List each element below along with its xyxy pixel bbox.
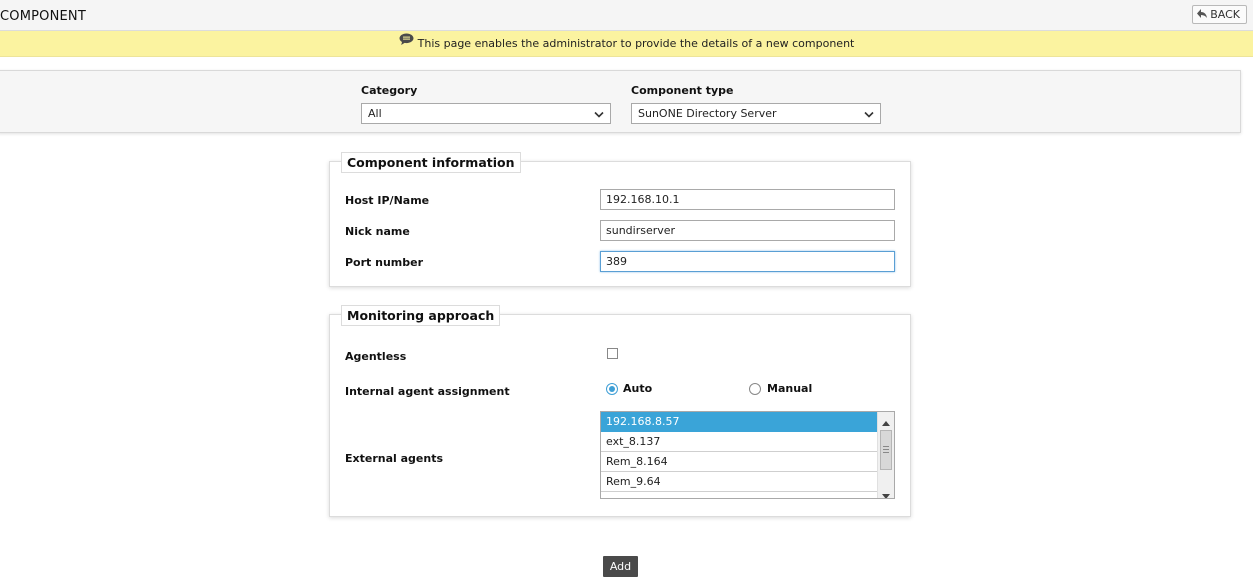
manual-radio-label: Manual [767,382,813,395]
scroll-thumb[interactable] [880,430,892,470]
chat-bubble-icon [399,33,414,49]
filter-panel: Category All Component type SunONE Direc… [0,70,1241,133]
list-item[interactable]: ext_8.137 [601,432,877,452]
page-title: COMPONENT [0,9,87,24]
host-value: 192.168.10.1 [606,193,680,206]
scroll-down-icon[interactable] [882,489,890,498]
notice-text: This page enables the administrator to p… [417,37,855,50]
nick-name-label: Nick name [345,225,410,238]
manual-radio[interactable] [749,383,761,395]
list-item[interactable]: 192.168.8.57 [601,412,877,432]
back-button-label: BACK [1210,8,1240,21]
scroll-up-icon[interactable] [882,416,890,429]
component-information-section: Component information Host IP/Name 192.1… [329,152,911,287]
add-button[interactable]: Add [603,556,638,577]
nick-name-input[interactable]: sundirserver [600,220,895,241]
component-type-value: SunONE Directory Server [638,107,777,120]
external-agents-label: External agents [345,452,444,465]
component-information-legend: Component information [341,152,521,173]
back-button[interactable]: BACK [1192,5,1247,24]
category-select[interactable]: All [361,103,611,124]
agentless-checkbox[interactable] [607,348,618,359]
internal-agent-label: Internal agent assignment [345,385,510,398]
auto-radio-label: Auto [623,382,653,395]
back-arrow-icon [1197,8,1208,21]
category-label: Category [361,84,418,97]
info-notice-bar: This page enables the administrator to p… [0,31,1253,57]
agentless-label: Agentless [345,350,407,363]
chevron-down-icon [864,109,874,122]
host-input[interactable]: 192.168.10.1 [600,189,895,210]
port-number-value: 389 [606,255,627,268]
monitoring-approach-legend: Monitoring approach [341,305,501,326]
port-number-input[interactable]: 389 [600,251,895,272]
port-number-label: Port number [345,256,424,269]
list-item[interactable]: Rem_8.164 [601,452,877,472]
auto-radio[interactable] [606,383,618,395]
host-label: Host IP/Name [345,194,430,207]
nick-name-value: sundirserver [606,224,676,237]
chevron-down-icon [594,109,604,122]
component-type-label: Component type [631,84,734,97]
external-agents-listbox[interactable]: 192.168.8.57 ext_8.137 Rem_8.164 Rem_9.6… [600,411,895,499]
category-value: All [368,107,382,120]
monitoring-approach-section: Monitoring approach Agentless Internal a… [329,305,911,517]
listbox-scrollbar[interactable] [877,412,894,498]
list-item[interactable]: Rem_9.64 [601,472,877,492]
page-header: COMPONENT BACK [0,0,1253,31]
component-type-select[interactable]: SunONE Directory Server [631,103,881,124]
